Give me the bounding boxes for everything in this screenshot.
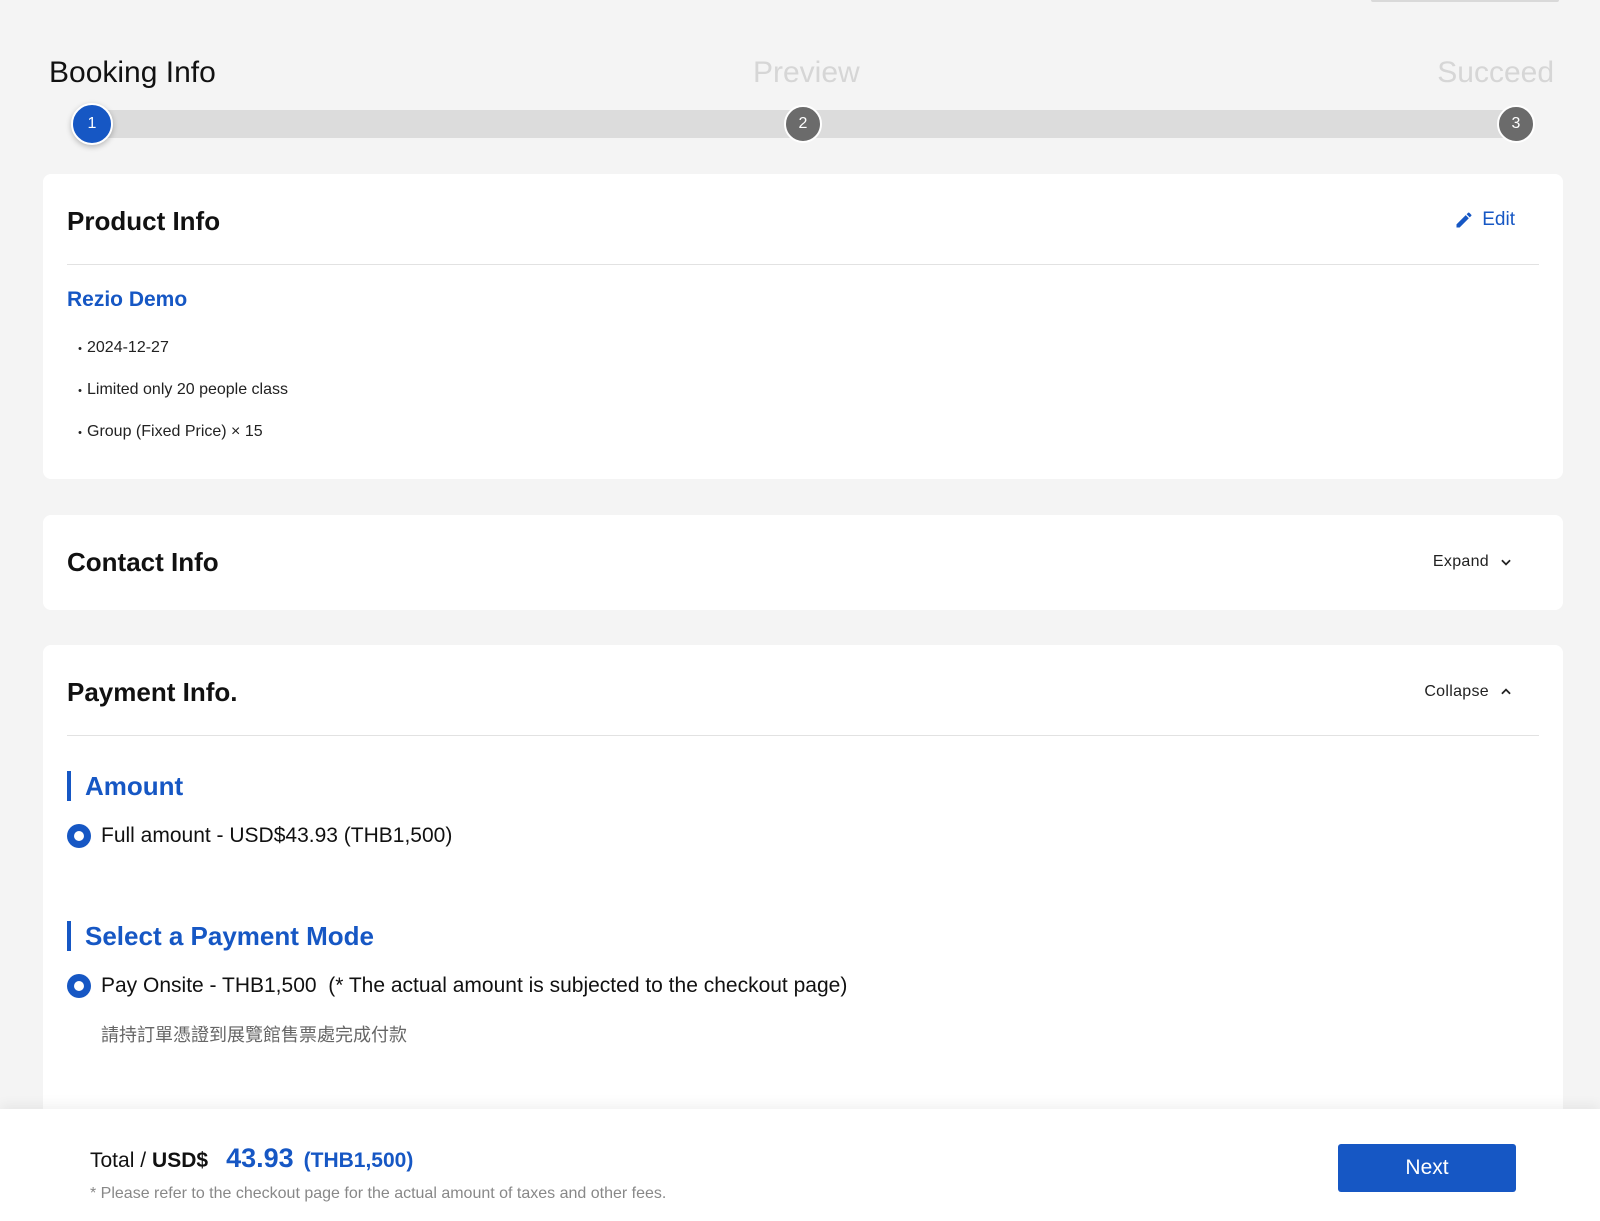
step-label-booking-info: Booking Info <box>49 56 216 89</box>
total-label: Total / <box>90 1149 147 1172</box>
amount-radio[interactable] <box>67 824 91 848</box>
product-info-title: Product Info <box>67 206 221 236</box>
product-plan: Limited only 20 people class <box>87 381 289 398</box>
contact-info-title: Contact Info <box>67 547 219 577</box>
payment-mode-radio[interactable] <box>67 974 91 998</box>
edit-button[interactable]: Edit <box>1454 209 1515 231</box>
list-item: ・ Group (Fixed Price) × 15 <box>73 423 288 465</box>
total-local-amount: (THB1,500) <box>303 1149 414 1172</box>
next-button[interactable]: Next <box>1338 1144 1516 1192</box>
payment-divider <box>67 735 1539 736</box>
payment-info-title: Payment Info. <box>67 677 238 707</box>
total-amount: 43.93 <box>226 1143 294 1173</box>
product-details-list: ・ 2024-12-27 ・ Limited only 20 people clas… <box>73 339 288 465</box>
tax-note: * Please refer to the checkout page for … <box>90 1185 667 1202</box>
list-item: ・ 2024-12-27 <box>73 339 288 381</box>
product-name-link[interactable]: Rezio Demo <box>67 288 187 312</box>
amount-heading: Amount <box>67 771 183 801</box>
chevron-up-icon <box>1501 688 1511 695</box>
product-quantity: Group (Fixed Price) × 15 <box>87 423 263 440</box>
bullet-glyph: ・ <box>73 425 87 441</box>
step-dot-1: 1 <box>71 103 113 145</box>
total-line: Total / USD$ 43.93 (THB1,500) <box>90 1143 413 1174</box>
bullet-glyph: ・ <box>73 383 87 399</box>
step-dot-2: 2 <box>784 105 822 143</box>
product-divider <box>67 264 1539 265</box>
step-label-succeed: Succeed <box>1437 56 1554 89</box>
checkout-footer: Total / USD$ 43.93 (THB1,500) * Please r… <box>0 1109 1600 1221</box>
progress-stepper: Booking Info Preview Succeed 1 2 3 <box>49 52 1554 152</box>
top-bar-sliver <box>1371 0 1559 2</box>
step-dot-3: 3 <box>1497 105 1535 143</box>
list-item: ・ Limited only 20 people class <box>73 381 288 423</box>
expand-label: Expand <box>1432 553 1489 570</box>
product-date: 2024-12-27 <box>87 339 169 356</box>
collapse-label: Collapse <box>1424 683 1489 700</box>
amount-option-label: Full amount - USD$43.93 (THB1,500) <box>101 824 453 847</box>
collapse-button[interactable]: Collapse <box>1424 683 1513 701</box>
edit-label: Edit <box>1482 209 1515 230</box>
radio-selected-dot <box>74 981 84 991</box>
contact-info-card: Contact Info Expand <box>43 515 1563 610</box>
amount-option[interactable]: Full amount - USD$43.93 (THB1,500) <box>67 824 452 848</box>
payment-mode-heading: Select a Payment Mode <box>67 921 374 951</box>
total-currency: USD$ <box>152 1149 209 1172</box>
product-info-card: Product Info Edit Rezio Demo ・ 2024-12-27… <box>43 174 1563 479</box>
expand-button[interactable]: Expand <box>1433 553 1513 571</box>
payment-mode-option[interactable]: Pay Onsite - THB1,500 (* The actual amou… <box>67 974 847 998</box>
payment-mode-note: 請持訂單憑證到展覽館售票處完成付款 <box>101 1025 407 1045</box>
pencil-icon <box>1456 212 1472 228</box>
step-label-preview: Preview <box>753 56 860 89</box>
chevron-down-icon <box>1501 559 1511 566</box>
payment-mode-label: Pay Onsite - THB1,500 (* The actual amou… <box>101 974 848 997</box>
radio-selected-dot <box>74 831 84 841</box>
bullet-glyph: ・ <box>73 341 87 357</box>
booking-page: Booking Info Preview Succeed 1 2 3 Produ… <box>0 0 1600 1221</box>
